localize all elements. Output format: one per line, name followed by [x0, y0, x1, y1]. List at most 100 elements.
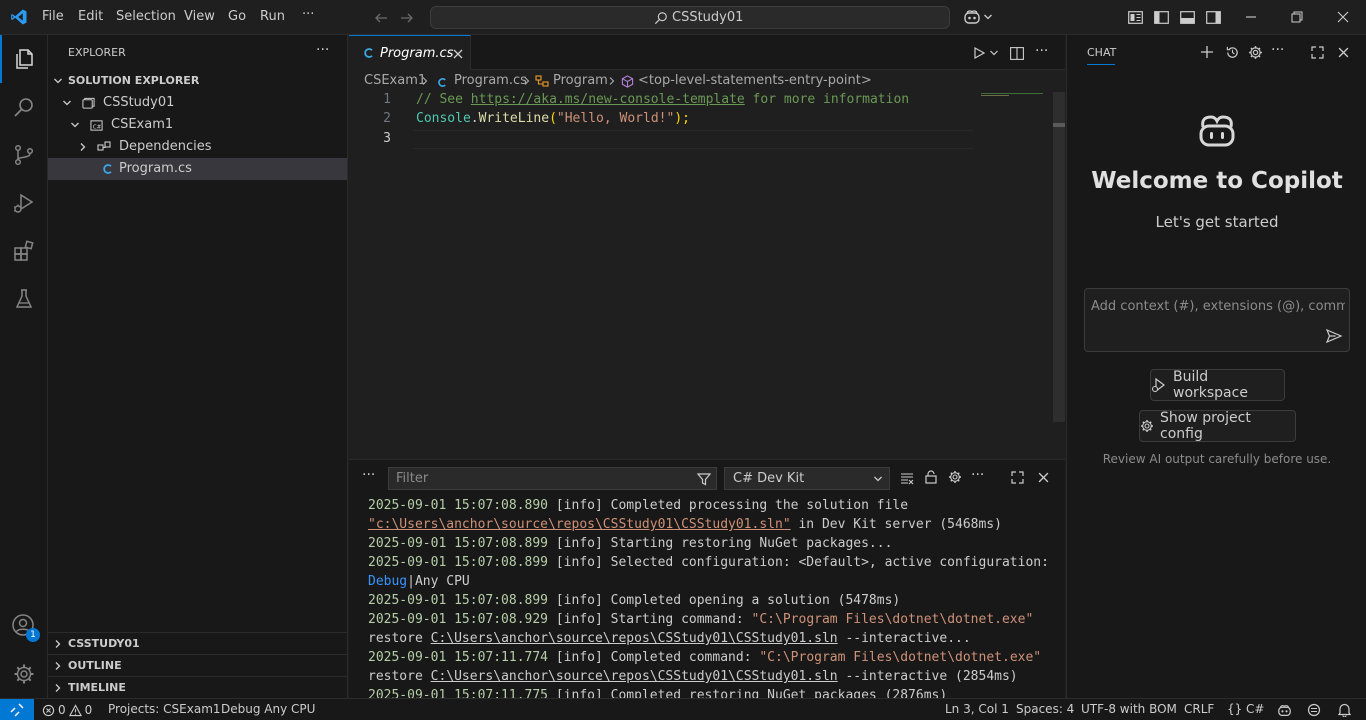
show-project-config-button[interactable]: Show project config — [1139, 410, 1296, 442]
toggle-secondary-sidebar-icon[interactable] — [1204, 9, 1222, 25]
menu-view[interactable]: View — [184, 9, 215, 24]
log-line: 2025-09-01 15:07:08.899 [info] Selected … — [368, 555, 1049, 570]
notifications-bell-icon[interactable] — [1336, 702, 1352, 718]
manage-gear-icon[interactable] — [0, 650, 48, 698]
explorer-icon[interactable] — [0, 35, 48, 83]
run-icon[interactable] — [971, 45, 987, 61]
eol-status[interactable]: CRLF — [1184, 702, 1214, 716]
maximize-panel-icon[interactable] — [1009, 469, 1025, 485]
code-line-1[interactable]: // See https://aka.ms/new-console-templa… — [416, 92, 909, 107]
menu-more[interactable]: ··· — [302, 7, 314, 22]
close-tab-icon[interactable] — [451, 47, 465, 61]
minimap[interactable] — [981, 92, 1053, 102]
command-center[interactable]: CSStudy01 — [430, 6, 950, 29]
section-csstudy01[interactable]: CSSTUDY01 — [48, 632, 347, 654]
tree-item-dependencies[interactable]: Dependencies — [48, 136, 347, 158]
menu-selection[interactable]: Selection — [116, 9, 176, 24]
menu-file[interactable]: File — [42, 9, 64, 24]
section-outline[interactable]: OUTLINE — [48, 654, 347, 676]
panel-more-button[interactable]: ··· — [362, 467, 375, 483]
copilot-icon[interactable] — [962, 8, 982, 26]
language-mode[interactable]: C# — [1246, 702, 1264, 716]
filter-icon[interactable] — [696, 472, 712, 486]
extensions-icon[interactable] — [0, 227, 48, 275]
accounts-icon[interactable]: 1 — [0, 602, 48, 650]
dependencies-icon — [97, 140, 111, 154]
editor-scrollbar[interactable] — [1053, 92, 1065, 422]
log-path-link[interactable]: C:\Users\anchor\source\repos\CSStudy01\C… — [431, 631, 838, 646]
menu-edit[interactable]: Edit — [78, 9, 103, 24]
forward-arrow-icon[interactable] — [398, 9, 416, 27]
log-path-link[interactable]: C:\Users\anchor\source\repos\CSStudy01\C… — [431, 669, 838, 684]
code-link[interactable]: https://aka.ms/new-console-template — [471, 92, 745, 107]
run-debug-icon[interactable] — [0, 179, 48, 227]
welcome-subtitle: Let's get started — [1155, 213, 1279, 231]
configuration-status[interactable]: Debug Any CPU — [221, 702, 315, 716]
close-chat-icon[interactable] — [1335, 44, 1351, 60]
sidebar-more-button[interactable]: ··· — [316, 42, 329, 58]
breadcrumb-file[interactable]: Program.cs — [454, 73, 527, 88]
clear-output-icon[interactable] — [899, 470, 915, 486]
toggle-panel-icon[interactable] — [1178, 9, 1196, 25]
testing-icon[interactable] — [0, 275, 48, 323]
lock-icon[interactable] — [923, 469, 939, 485]
code-punct: ); — [674, 111, 690, 126]
close-panel-icon[interactable] — [1035, 469, 1051, 485]
panel-actions-more[interactable]: ··· — [971, 467, 984, 483]
history-icon[interactable] — [1224, 44, 1240, 60]
gear-icon[interactable] — [947, 469, 963, 485]
chat-more-button[interactable]: ··· — [1271, 42, 1284, 58]
source-control-icon[interactable] — [0, 131, 48, 179]
search-icon — [653, 10, 669, 26]
editor-more-button[interactable]: ··· — [1035, 43, 1048, 59]
chat-title[interactable]: CHAT — [1087, 46, 1116, 59]
cursor-position[interactable]: Ln 3, Col 1 — [945, 702, 1009, 716]
encoding-status[interactable]: UTF-8 with BOM — [1081, 702, 1177, 716]
menu-go[interactable]: Go — [228, 9, 246, 24]
filter-input[interactable]: Filter — [388, 467, 717, 490]
toggle-primary-sidebar-icon[interactable] — [1152, 9, 1170, 25]
code-editor[interactable]: 1 // See https://aka.ms/new-console-temp… — [349, 92, 1065, 459]
chevron-down-icon — [69, 119, 81, 131]
tree-item-solution[interactable]: CSStudy01 — [48, 92, 347, 114]
section-timeline[interactable]: TIMELINE — [48, 676, 347, 698]
copilot-status-icon[interactable] — [1276, 702, 1292, 718]
output-log[interactable]: 2025-09-01 15:07:08.890 [info] Completed… — [349, 493, 1065, 699]
split-editor-icon[interactable] — [1009, 45, 1025, 61]
tree-item-program-cs[interactable]: Program.cs — [48, 158, 347, 180]
problems-indicator[interactable]: 0 0 — [42, 702, 92, 718]
code-line-2[interactable]: Console.WriteLine("Hello, World!"); — [416, 111, 690, 126]
breadcrumb-method[interactable]: <top-level-statements-entry-point> — [638, 73, 872, 88]
tab-program-cs[interactable]: Program.cs — [349, 35, 471, 70]
menu-run[interactable]: Run — [260, 9, 285, 24]
json-settings-icon[interactable] — [1306, 702, 1322, 718]
indentation-status[interactable]: Spaces: 4 — [1016, 702, 1074, 716]
log-line: 2025-09-01 15:07:08.899 [info] Completed… — [368, 593, 901, 608]
back-arrow-icon[interactable] — [372, 9, 390, 27]
tree-item-project[interactable]: C# CSExam1 — [48, 114, 347, 136]
chevron-down-icon[interactable] — [982, 11, 994, 23]
svg-text:C#: C# — [92, 124, 101, 130]
projects-status[interactable]: Projects: CSExam1 — [108, 702, 221, 716]
breadcrumb-project[interactable]: CSExam1 — [364, 73, 426, 88]
tab-label: Program.cs — [380, 46, 454, 61]
minimize-icon[interactable] — [1242, 9, 1260, 25]
gear-icon[interactable] — [1247, 44, 1263, 60]
restore-icon[interactable] — [1288, 9, 1306, 25]
customize-layout-icon[interactable] — [1126, 9, 1144, 25]
breadcrumb-class[interactable]: Program — [553, 73, 608, 88]
search-view-icon[interactable] — [0, 83, 48, 131]
vscode-logo-icon — [10, 8, 28, 26]
solution-explorer-header[interactable]: SOLUTION EXPLORER — [48, 70, 347, 92]
new-chat-plus-icon[interactable] — [1199, 44, 1215, 60]
chevron-down-icon — [61, 97, 73, 109]
maximize-chat-icon[interactable] — [1309, 44, 1325, 60]
output-channel-select[interactable]: C# Dev Kit — [724, 467, 890, 490]
close-window-icon[interactable] — [1334, 9, 1352, 25]
send-icon[interactable] — [1325, 327, 1343, 345]
log-path-link[interactable]: "c:\Users\anchor\source\repos\CSStudy01\… — [368, 517, 791, 532]
build-workspace-button[interactable]: Build workspace — [1150, 369, 1285, 401]
chat-input[interactable]: Add context (#), extensions (@), command… — [1084, 288, 1350, 352]
chevron-down-icon[interactable] — [989, 48, 999, 58]
remote-indicator-icon[interactable] — [0, 699, 34, 720]
